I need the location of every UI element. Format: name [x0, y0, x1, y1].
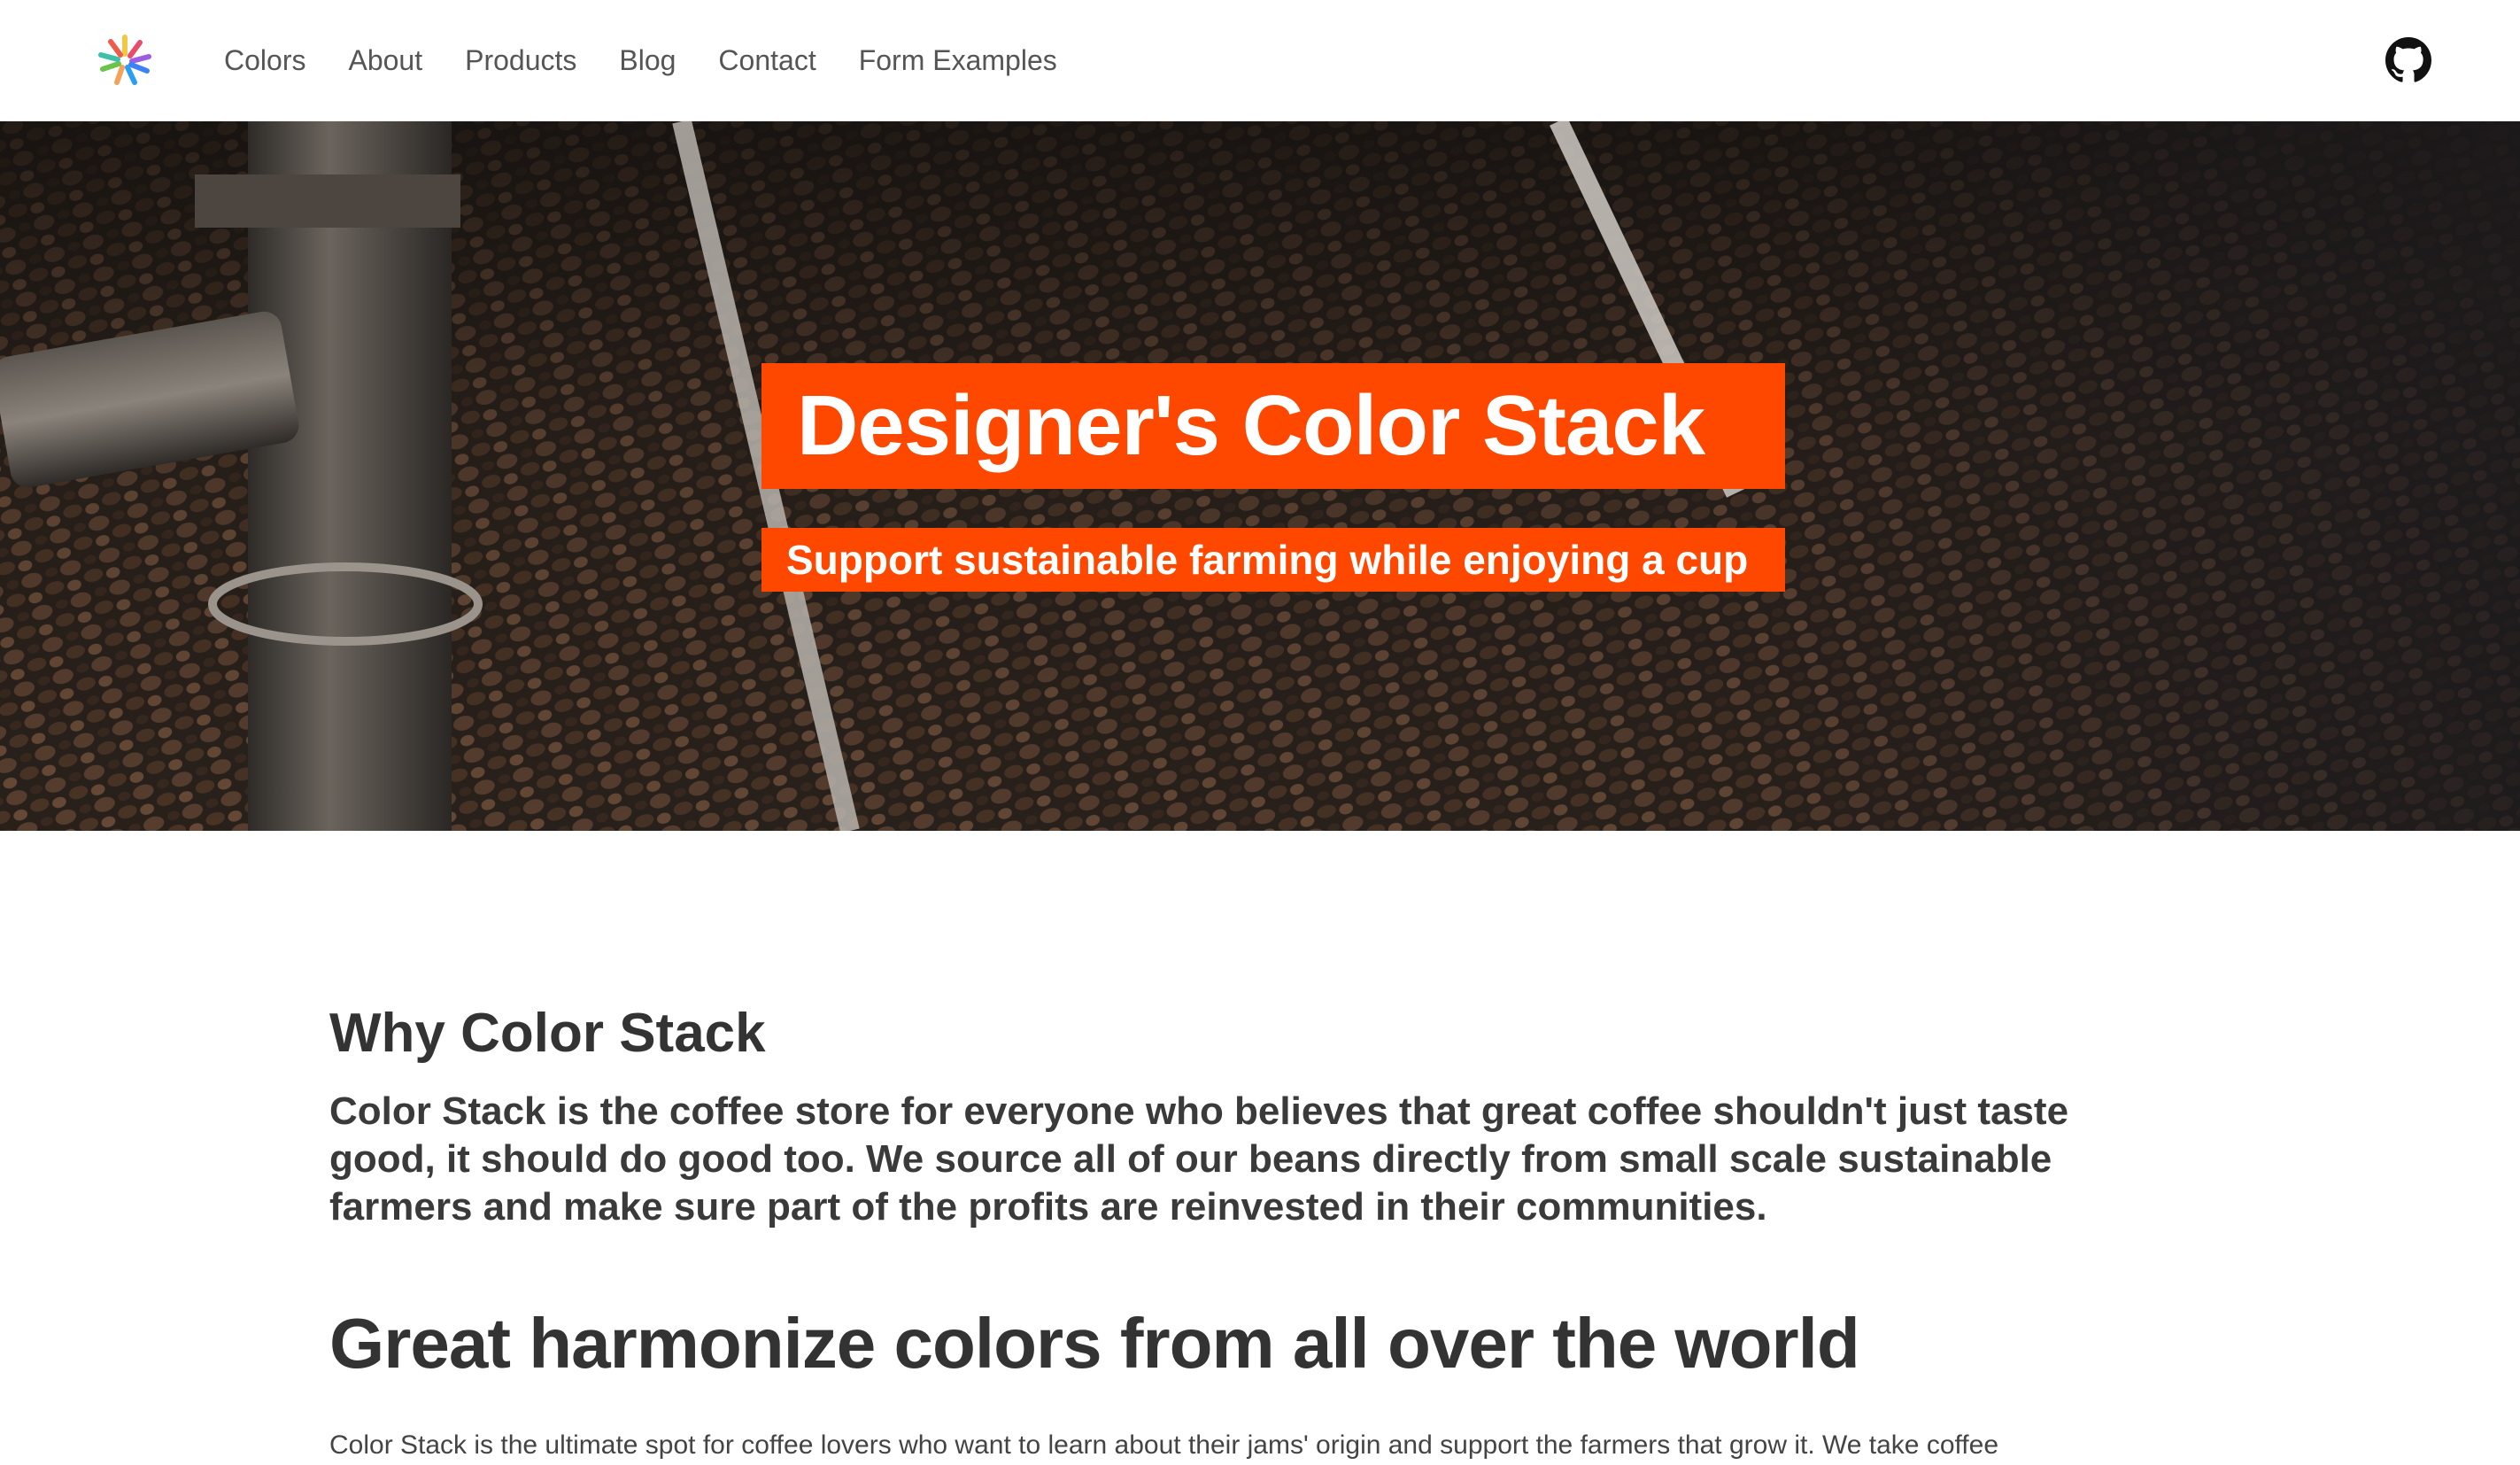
main-content: Why Color Stack Color Stack is the coffe…	[329, 999, 2189, 1465]
why-heading: Why Color Stack	[329, 1003, 766, 1064]
hero-banner: Designer's Color Stack Support sustainab…	[0, 121, 2520, 831]
hero-subtitle-box: Support sustainable farming while enjoyi…	[761, 528, 1785, 592]
hero-subtitle: Support sustainable farming while enjoyi…	[786, 537, 1749, 583]
nav-link-products[interactable]: Products	[465, 44, 576, 77]
top-navbar: Colors About Products Blog Contact Form …	[0, 0, 2520, 121]
hero-title: Designer's Color Stack	[797, 378, 1705, 473]
hero-title-box: Designer's Color Stack	[761, 363, 1785, 489]
pinwheel-logo-icon[interactable]	[96, 34, 154, 87]
nav-link-blog[interactable]: Blog	[619, 44, 676, 77]
colors-text: Color Stack is the ultimate spot for cof…	[329, 1430, 1999, 1460]
why-text: Color Stack is the coffee store for ever…	[329, 1089, 2069, 1229]
nav-link-colors[interactable]: Colors	[224, 44, 305, 77]
main-nav: Colors About Products Blog Contact Form …	[224, 0, 1057, 121]
github-icon[interactable]	[2385, 37, 2431, 83]
nav-link-contact[interactable]: Contact	[718, 44, 816, 77]
nav-link-form-examples[interactable]: Form Examples	[859, 44, 1057, 77]
nav-link-about[interactable]: About	[348, 44, 422, 77]
colors-heading: Great harmonize colors from all over the…	[329, 1304, 1860, 1383]
